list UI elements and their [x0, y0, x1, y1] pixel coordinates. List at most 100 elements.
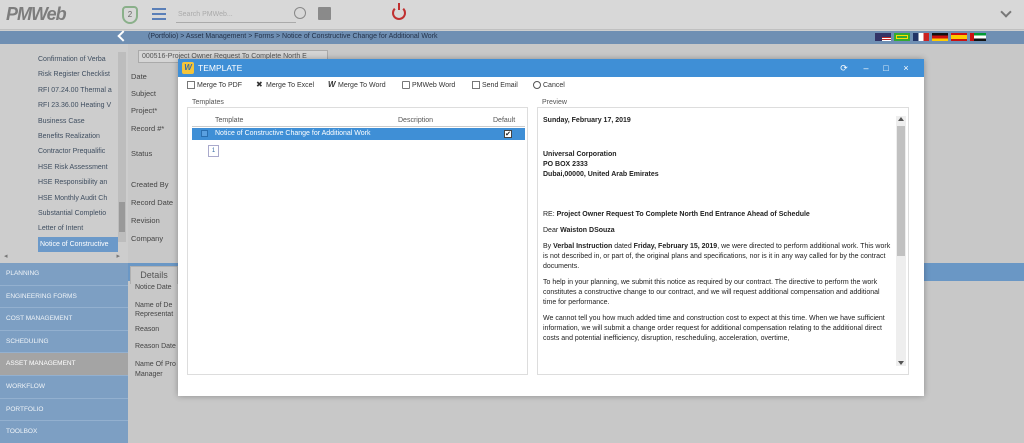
- cancel-button[interactable]: Cancel: [533, 81, 565, 89]
- chevron-down-icon[interactable]: [1000, 6, 1012, 18]
- refresh-icon[interactable]: ⟳: [838, 62, 850, 74]
- flag-ae-icon[interactable]: [970, 33, 986, 41]
- letter-date: Sunday, February 17, 2019: [543, 117, 631, 124]
- flag-br-icon[interactable]: [894, 33, 910, 41]
- form-label: Project*: [131, 106, 158, 115]
- module-item[interactable]: COST MANAGEMENT: [0, 308, 128, 331]
- menu-icon[interactable]: [152, 8, 166, 20]
- send-email-button[interactable]: Send Email: [472, 81, 518, 89]
- power-icon[interactable]: [392, 3, 406, 20]
- preview-label: Preview: [542, 99, 567, 106]
- re-subject: Project Owner Request To Complete North …: [556, 211, 810, 218]
- sidebar-item[interactable]: Risk Register Checklist: [38, 67, 118, 82]
- tab-details[interactable]: Details: [130, 266, 178, 284]
- shield-icon[interactable]: 2: [122, 6, 138, 24]
- column-template[interactable]: Template: [215, 117, 243, 124]
- merge-to-excel-button[interactable]: ✖ Merge To Excel: [256, 81, 314, 89]
- module-list: PLANNING ENGINEERING FORMS COST MANAGEMENT…: [0, 263, 128, 443]
- close-icon[interactable]: ×: [900, 62, 912, 74]
- word-icon: W: [328, 80, 336, 89]
- sidebar-item[interactable]: HSE Monthly Audit Ch: [38, 191, 118, 206]
- module-item[interactable]: WORKFLOW: [0, 375, 128, 399]
- maximize-icon[interactable]: □: [880, 62, 892, 74]
- table-row[interactable]: Notice of Constructive Change for Additi…: [192, 128, 525, 140]
- re-prefix: RE:: [543, 211, 557, 218]
- flag-es-icon[interactable]: [951, 33, 967, 41]
- sidebar-item[interactable]: Contractor Prequalific: [38, 144, 118, 159]
- calendar-icon[interactable]: [318, 7, 331, 20]
- preview-document: Sunday, February 17, 2019 Universal Corp…: [543, 116, 893, 350]
- top-bar: PMWeb 2 Search PMWeb...: [0, 0, 1024, 30]
- paragraph-2: To help in your planning, we submit this…: [543, 279, 880, 306]
- sidebar-scrollbar[interactable]: [118, 52, 126, 242]
- sidebar-item[interactable]: Letter of Intent: [38, 221, 118, 236]
- page-number[interactable]: 1: [208, 145, 219, 157]
- templates-label: Templates: [192, 99, 224, 106]
- minimize-icon[interactable]: –: [860, 62, 872, 74]
- module-item[interactable]: SCHEDULING: [0, 330, 128, 354]
- cancel-icon: [533, 81, 541, 89]
- form-label: Created By: [131, 180, 169, 189]
- preview-scrollbar[interactable]: [896, 116, 906, 366]
- module-item[interactable]: TOOLBOX: [0, 421, 128, 443]
- module-item[interactable]: PLANNING: [0, 263, 128, 286]
- template-icon: [201, 130, 208, 137]
- dialog-header: W TEMPLATE ⟳ – □ ×: [178, 59, 924, 77]
- scroll-thumb[interactable]: [897, 126, 905, 256]
- address-line-2: PO BOX 2333: [543, 161, 588, 168]
- sidebar-item[interactable]: RFI 23.36.00 Heating V: [38, 98, 118, 113]
- sidebar-item[interactable]: Benefits Realization: [38, 129, 118, 144]
- detail-label: Name of De: [135, 302, 173, 309]
- pmweb-word-button[interactable]: PMWeb Word: [402, 81, 455, 89]
- merge-to-pdf-button[interactable]: Merge To PDF: [187, 81, 242, 89]
- detail-label: Notice Date: [135, 284, 172, 291]
- breadcrumb[interactable]: (Portfolio) > Asset Management > Forms >…: [148, 33, 438, 40]
- templates-grid: Template Description Default Notice of C…: [187, 107, 528, 375]
- address-line-1: Universal Corporation: [543, 151, 617, 158]
- sidebar-item[interactable]: Notice of Constructive: [38, 236, 118, 253]
- sidebar-item[interactable]: Substantial Completio: [38, 206, 118, 221]
- form-label: Record #*: [131, 124, 165, 133]
- flag-us-icon[interactable]: [875, 33, 891, 41]
- sidebar-item[interactable]: RFI 07.24.00 Thermal a: [38, 83, 118, 98]
- language-flags: [875, 33, 986, 41]
- scroll-up-icon[interactable]: [898, 117, 904, 121]
- printer-icon: [402, 81, 410, 89]
- breadcrumb-bar: (Portfolio) > Asset Management > Forms >…: [0, 30, 1024, 44]
- email-icon: [472, 81, 480, 89]
- flag-fr-icon[interactable]: [913, 33, 929, 41]
- merge-to-word-button[interactable]: W Merge To Word: [328, 81, 386, 89]
- form-label: Date: [131, 72, 147, 81]
- sidebar-item[interactable]: HSE Responsibility an: [38, 175, 118, 190]
- sidebar-item[interactable]: Confirmation of Verba: [38, 52, 118, 67]
- detail-label: Manager: [135, 371, 163, 378]
- form-label: Revision: [131, 216, 160, 225]
- form-label: Record Date: [131, 198, 174, 207]
- column-default[interactable]: Default: [493, 117, 515, 124]
- form-label: Subject: [131, 89, 157, 98]
- app-logo[interactable]: PMWeb: [6, 4, 67, 25]
- column-description[interactable]: Description: [398, 117, 433, 124]
- search-input[interactable]: Search PMWeb...: [176, 7, 296, 23]
- search-icon[interactable]: [294, 7, 306, 19]
- address-line-3: Dubai,00000, United Arab Emirates: [543, 171, 659, 178]
- dear-prefix: Dear: [543, 227, 561, 234]
- module-item[interactable]: PORTFOLIO: [0, 398, 128, 422]
- recipient-name: Waiston DSouza: [560, 227, 615, 234]
- sidebar-item[interactable]: Business Case: [38, 114, 118, 129]
- default-checkbox[interactable]: ✔: [504, 129, 512, 138]
- paragraph-1: By Verbal Instruction dated Friday, Febr…: [543, 243, 891, 270]
- flag-de-icon[interactable]: [932, 33, 948, 41]
- sidebar: Confirmation of Verba Risk Register Check…: [0, 44, 128, 443]
- back-chevron-icon[interactable]: [117, 30, 129, 42]
- form-label: Status: [131, 149, 153, 158]
- scroll-down-icon[interactable]: [898, 361, 904, 365]
- paragraph-3: We cannot tell you how much added time a…: [543, 315, 885, 342]
- sidebar-hscrollbar[interactable]: ◂ ▸: [4, 252, 120, 260]
- sidebar-item[interactable]: HSE Risk Assessment: [38, 160, 118, 175]
- module-item[interactable]: ASSET MANAGEMENT: [0, 353, 128, 376]
- detail-label: Representat: [135, 311, 174, 318]
- template-name: Notice of Constructive Change for Additi…: [215, 130, 371, 137]
- detail-label: Name Of Pro: [135, 361, 176, 368]
- module-item[interactable]: ENGINEERING FORMS: [0, 285, 128, 309]
